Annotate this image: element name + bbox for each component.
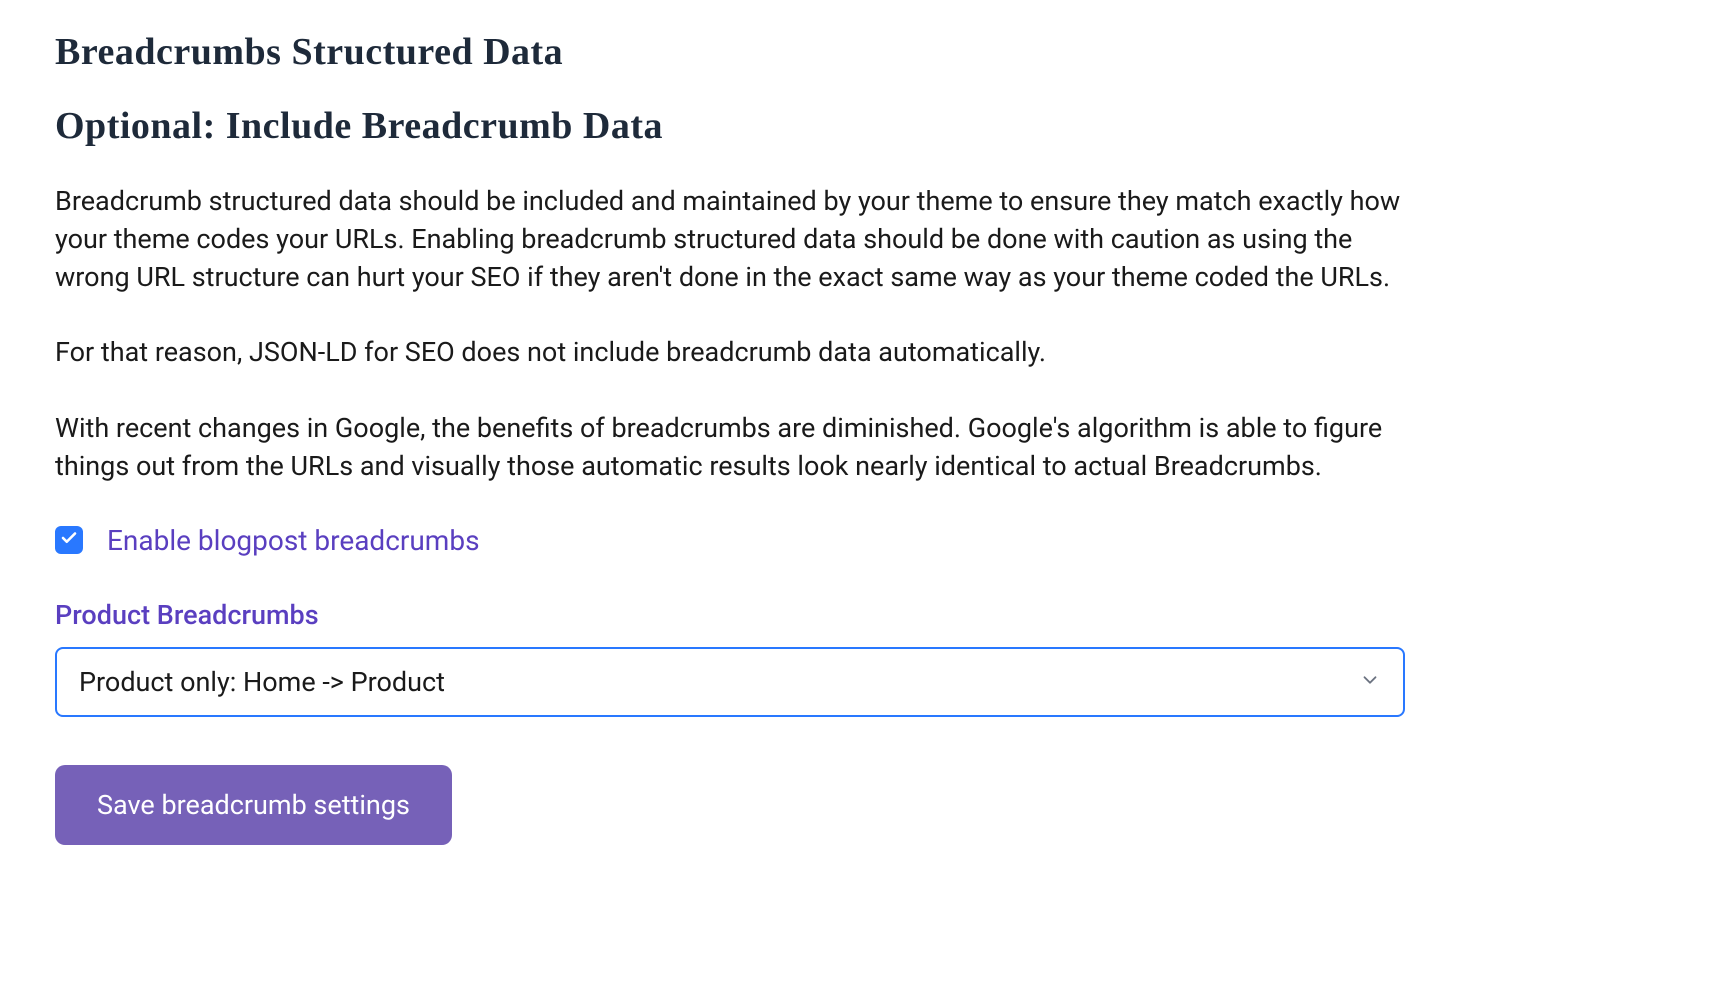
- enable-blogpost-breadcrumbs-checkbox[interactable]: [55, 526, 83, 554]
- page-title: Breadcrumbs Structured Data: [55, 30, 1657, 74]
- checkmark-icon: [60, 529, 78, 551]
- section-subtitle: Optional: Include Breadcrumb Data: [55, 104, 1657, 148]
- product-breadcrumbs-select[interactable]: Product only: Home -> Product: [55, 647, 1405, 717]
- description-paragraph-3: With recent changes in Google, the benef…: [55, 410, 1405, 486]
- description-paragraph-2: For that reason, JSON-LD for SEO does no…: [55, 334, 1405, 372]
- save-breadcrumb-settings-button[interactable]: Save breadcrumb settings: [55, 765, 452, 845]
- enable-blogpost-breadcrumbs-label[interactable]: Enable blogpost breadcrumbs: [107, 524, 480, 557]
- product-breadcrumbs-label: Product Breadcrumbs: [55, 599, 1657, 631]
- enable-blogpost-breadcrumbs-row: Enable blogpost breadcrumbs: [55, 524, 1657, 557]
- description-paragraph-1: Breadcrumb structured data should be inc…: [55, 183, 1405, 296]
- product-breadcrumbs-select-wrapper: Product only: Home -> Product: [55, 647, 1405, 717]
